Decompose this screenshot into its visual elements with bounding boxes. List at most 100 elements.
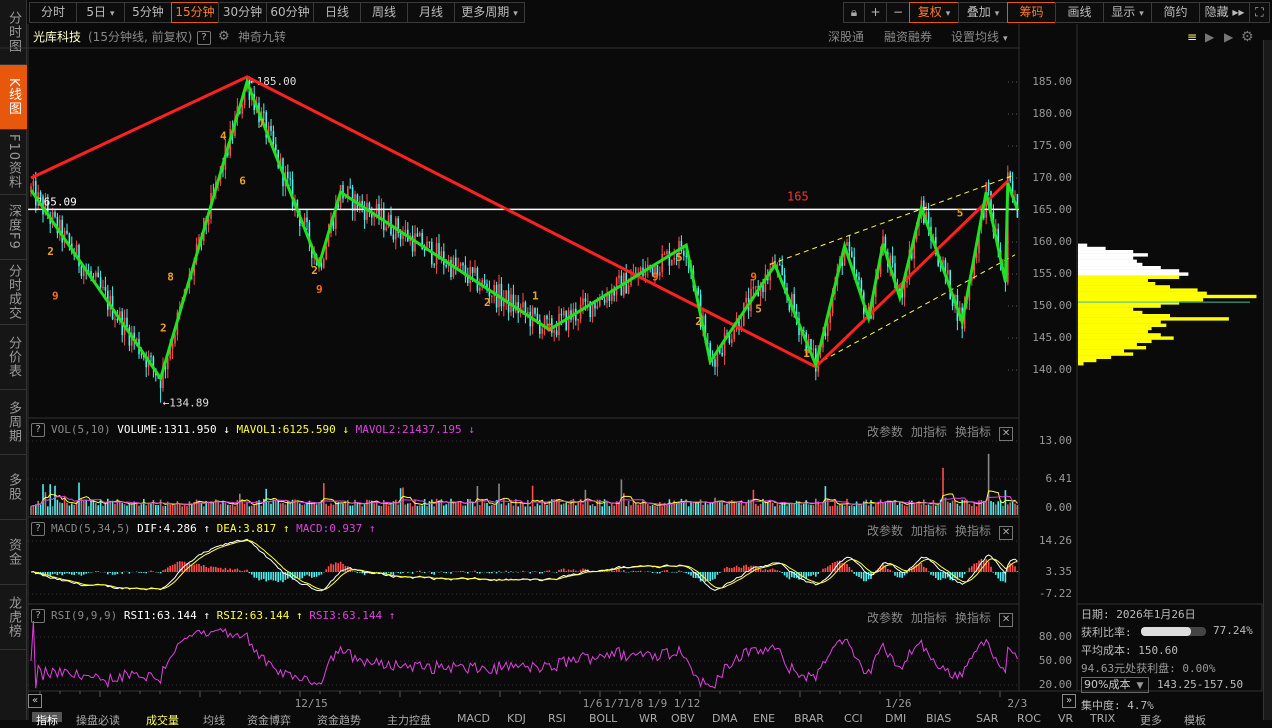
volume-bar: [975, 506, 978, 515]
bottom-tab-10[interactable]: BOLL: [589, 712, 617, 725]
candle-body: [491, 296, 493, 298]
volume-bar: [164, 505, 167, 515]
bottom-tab-0[interactable]: 指标: [32, 712, 62, 727]
volume-bar: [776, 503, 779, 515]
add-indicator-button[interactable]: 加指标: [911, 524, 947, 538]
macd-dif: DIF:4.286 ↑: [137, 522, 210, 535]
bottom-tab-9[interactable]: RSI: [548, 712, 566, 725]
volume-bar: [755, 503, 757, 515]
close-panel-icon[interactable]: ✕: [999, 526, 1014, 540]
bottom-tab-7[interactable]: MACD: [457, 712, 490, 725]
volume-bar: [594, 506, 596, 515]
volume-bar: [589, 505, 591, 515]
chip-bar: [1078, 355, 1112, 359]
volume-bar: [222, 500, 224, 515]
bottom-tab-21[interactable]: VR: [1058, 712, 1073, 725]
candle-body: [174, 335, 176, 344]
volume-bar: [227, 504, 229, 515]
volume-bar: [843, 505, 846, 515]
bottom-tab-23[interactable]: 更多: [1140, 712, 1162, 727]
candle-body: [450, 259, 452, 277]
volume-bar: [577, 500, 579, 515]
bottom-tab-12[interactable]: OBV: [671, 712, 694, 725]
volume-bar: [243, 503, 246, 515]
vol-help-button[interactable]: ?: [31, 423, 45, 437]
volume-bar: [889, 500, 891, 515]
macd-help-button[interactable]: ?: [31, 522, 45, 536]
volume-bar: [387, 505, 390, 515]
bottom-tab-3[interactable]: 均线: [203, 712, 225, 727]
chip-cost-range: 143.25-157.50: [1157, 678, 1244, 691]
volume-bar: [373, 503, 375, 515]
candle-body: [546, 315, 548, 320]
bottom-tab-18[interactable]: BIAS: [926, 712, 951, 725]
bottom-tab-17[interactable]: DMI: [885, 712, 906, 725]
macd-dea: DEA:3.817 ↑: [216, 522, 290, 535]
vol-tick: 6.41: [1045, 472, 1073, 485]
vertical-scrollbar[interactable]: [1263, 40, 1272, 720]
volume-bar: [575, 505, 577, 515]
volume-bar: [229, 504, 231, 515]
candle-body: [661, 253, 663, 273]
add-indicator-button[interactable]: 加指标: [911, 425, 947, 439]
volume-bar: [599, 499, 601, 515]
volume-bar: [493, 505, 495, 515]
switch-indicator-button[interactable]: 换指标: [955, 611, 991, 625]
volume-bar: [536, 503, 539, 515]
bottom-tab-11[interactable]: WR: [639, 712, 658, 725]
candle-body: [349, 186, 351, 188]
rsi-help-button[interactable]: ?: [31, 609, 45, 623]
volume-bar: [935, 505, 937, 515]
bottom-tab-19[interactable]: SAR: [976, 712, 998, 725]
candle-body: [462, 263, 464, 266]
bottom-tab-13[interactable]: DMA: [712, 712, 738, 725]
volume-bar: [639, 504, 642, 515]
panel-actions-2: 改参数 加指标 换指标 ✕: [867, 609, 1014, 627]
chip-bar: [1078, 320, 1161, 324]
chip-bar: [1078, 250, 1134, 254]
volume-bar: [704, 501, 707, 515]
candle-body: [755, 286, 757, 288]
switch-indicator-button[interactable]: 换指标: [955, 425, 991, 439]
volume-bar: [827, 499, 829, 515]
modify-params-button[interactable]: 改参数: [867, 425, 903, 439]
close-panel-icon[interactable]: ✕: [999, 427, 1014, 441]
cost-select[interactable]: 90%成本 ▼: [1081, 677, 1149, 693]
bottom-tab-5[interactable]: 资金趋势: [317, 712, 361, 727]
bottom-tab-15[interactable]: BRAR: [794, 712, 824, 725]
bottom-tab-24[interactable]: 模板: [1184, 712, 1206, 727]
volume-bar: [714, 497, 716, 515]
add-indicator-button[interactable]: 加指标: [911, 611, 947, 625]
bottom-tab-20[interactable]: ROC: [1017, 712, 1041, 725]
bottom-tab-22[interactable]: TRIX: [1090, 712, 1115, 725]
volume-bar: [443, 505, 445, 515]
volume-bar: [426, 506, 428, 515]
bottom-tab-4[interactable]: 资金博弈: [247, 712, 291, 727]
volume-bar: [303, 504, 306, 515]
bottom-tab-14[interactable]: ENE: [753, 712, 775, 725]
bottom-tab-1[interactable]: 操盘必读: [76, 712, 120, 727]
volume-bar: [349, 505, 351, 515]
volume-bar: [771, 502, 774, 515]
volume-bar: [299, 503, 301, 515]
volume-bar: [234, 506, 236, 515]
candle-body: [445, 265, 447, 267]
volume-bar: [104, 503, 107, 515]
scroll-left-button[interactable]: «: [28, 694, 42, 708]
close-panel-icon[interactable]: ✕: [999, 613, 1014, 627]
bottom-tab-6[interactable]: 主力控盘: [387, 712, 431, 727]
scroll-right-button[interactable]: »: [1062, 694, 1076, 708]
volume-bar: [267, 501, 270, 515]
bottom-tab-16[interactable]: CCI: [844, 712, 863, 725]
volume-bar: [411, 506, 414, 515]
modify-params-button[interactable]: 改参数: [867, 611, 903, 625]
bottom-tab-8[interactable]: KDJ: [507, 712, 526, 725]
volume-bar: [692, 501, 695, 515]
volume-bar: [66, 502, 68, 515]
modify-params-button[interactable]: 改参数: [867, 524, 903, 538]
bottom-tab-2[interactable]: 成交量: [146, 712, 179, 727]
switch-indicator-button[interactable]: 换指标: [955, 524, 991, 538]
volume-bar: [611, 502, 613, 515]
volume-bar: [899, 502, 901, 515]
candle-body: [325, 246, 327, 260]
